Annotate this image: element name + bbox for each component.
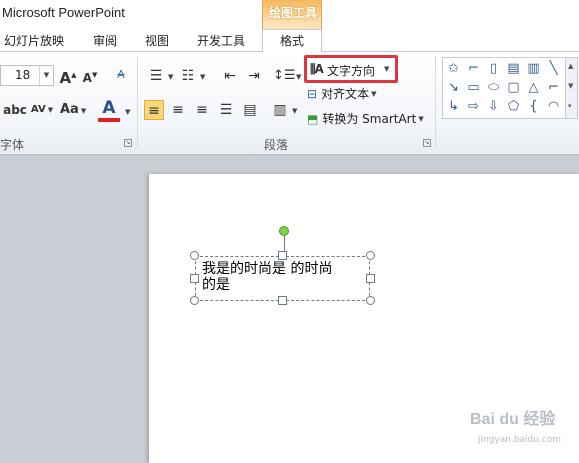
align-text-icon: ⊟ bbox=[307, 86, 318, 101]
drawing-tools-label: 绘图工具 bbox=[268, 6, 317, 20]
justify-icon[interactable]: ☰ bbox=[216, 100, 236, 120]
character-spacing-button[interactable]: AV ▼ bbox=[30, 100, 54, 120]
chevron-down-icon[interactable]: ▼ bbox=[168, 73, 173, 81]
line-shape-icon[interactable]: ╲ bbox=[545, 60, 562, 77]
chevron-down-icon[interactable]: ▼ bbox=[200, 73, 205, 81]
resize-handle-top-left[interactable] bbox=[190, 251, 199, 260]
chevron-down-icon[interactable]: ▼ bbox=[296, 73, 301, 81]
align-text-button[interactable]: ⊟ 对齐文本 ▼ bbox=[307, 85, 376, 102]
strikethrough-abc-button[interactable]: abc bbox=[2, 100, 28, 120]
triangle-shape-icon[interactable]: △ bbox=[525, 79, 542, 96]
gallery-more-icon[interactable]: ▾ bbox=[568, 102, 572, 110]
convert-smartart-button[interactable]: ⬒ 转换为 SmartArt ▼ bbox=[307, 110, 424, 127]
shapes-gallery[interactable]: ✩ ⌐ ▯ ▤ ▥ ╲ ↘ ▭ ⬭ ▢ △ ⌐ ↳ ⇨ ⇩ ⬠ { ◠ bbox=[442, 57, 566, 119]
resize-handle-right[interactable] bbox=[366, 274, 375, 283]
paragraph-group-label: 段落 bbox=[264, 138, 289, 152]
chevron-down-icon[interactable]: ▼ bbox=[292, 107, 297, 115]
arrow-shape-icon[interactable]: ↘ bbox=[445, 79, 462, 96]
line-spacing-icon[interactable]: ↕☰ bbox=[273, 66, 296, 86]
smartart-icon: ⬒ bbox=[307, 111, 319, 126]
textbox-line: 的是 bbox=[202, 277, 230, 293]
distributed-icon[interactable]: ▤ bbox=[240, 100, 260, 120]
change-case-button[interactable]: Aa ▼ bbox=[60, 100, 86, 120]
brace-shape-icon[interactable]: { bbox=[525, 98, 542, 115]
tab-developer[interactable]: 开发工具 bbox=[197, 32, 245, 49]
pentagon-shape-icon[interactable]: ⬠ bbox=[505, 98, 522, 115]
resize-handle-top-right[interactable] bbox=[366, 251, 375, 260]
resize-handle-bottom[interactable] bbox=[278, 296, 287, 305]
tab-view[interactable]: 视图 bbox=[145, 32, 169, 49]
chevron-down-icon[interactable]: ▼ bbox=[39, 66, 53, 85]
vertical-textbox-shape-icon[interactable]: ▥ bbox=[525, 60, 542, 77]
text-direction-button[interactable]: ⫼A 文字方向 ▼ bbox=[304, 55, 398, 83]
resize-handle-top[interactable] bbox=[278, 251, 287, 260]
resize-handle-bottom-right[interactable] bbox=[366, 296, 375, 305]
align-center-icon[interactable]: ≡ bbox=[168, 100, 188, 120]
textbox-line: 我是的时尚是 的时尚 bbox=[202, 261, 333, 277]
align-right-icon[interactable]: ≡ bbox=[192, 100, 212, 120]
tab-format[interactable]: 格式 bbox=[262, 29, 322, 52]
paragraph-dialog-launcher-icon[interactable]: ↘ bbox=[423, 139, 431, 147]
rectangle-shape-icon[interactable]: ▭ bbox=[465, 79, 482, 96]
watermark-sub: jingyan.baidu.com bbox=[478, 435, 562, 445]
shrink-font-button[interactable]: A▼ bbox=[80, 65, 100, 85]
columns-icon[interactable]: ▥ bbox=[270, 100, 290, 120]
convert-smartart-label: 转换为 SmartArt bbox=[322, 112, 417, 126]
font-size-value: 18 bbox=[15, 68, 31, 82]
align-text-label: 对齐文本 bbox=[321, 87, 370, 101]
textbox-content[interactable]: 我是的时尚是 的时尚 的是 bbox=[202, 261, 362, 293]
rounded-rectangle-shape-icon[interactable]: ▢ bbox=[505, 79, 522, 96]
font-color-button[interactable]: A bbox=[98, 98, 120, 122]
gallery-scrollbar[interactable]: ▲ ▼ ▾ bbox=[566, 57, 578, 119]
grow-font-button[interactable]: A▲ bbox=[58, 65, 78, 87]
tab-review[interactable]: 审阅 bbox=[93, 32, 117, 49]
group-divider bbox=[435, 56, 436, 148]
scroll-down-icon[interactable]: ▼ bbox=[568, 82, 573, 90]
down-arrow-shape-icon[interactable]: ⇩ bbox=[485, 98, 502, 115]
group-divider bbox=[137, 56, 138, 148]
scroll-shape-icon[interactable]: ⌐ bbox=[465, 60, 482, 77]
tab-slideshow[interactable]: 幻灯片放映 bbox=[4, 32, 64, 49]
rotation-handle[interactable] bbox=[279, 226, 289, 236]
increase-indent-icon[interactable]: ⇥ bbox=[244, 66, 264, 86]
align-left-icon[interactable]: ≡ bbox=[144, 100, 164, 120]
app-title: Microsoft PowerPoint bbox=[2, 5, 125, 20]
right-arrow-shape-icon[interactable]: ⇨ bbox=[465, 98, 482, 115]
decrease-indent-icon[interactable]: ⇤ bbox=[220, 66, 240, 86]
chevron-down-icon: ▼ bbox=[371, 89, 377, 98]
resize-handle-bottom-left[interactable] bbox=[190, 296, 199, 305]
elbow-connector-shape-icon[interactable]: ⌐ bbox=[545, 79, 562, 96]
scroll-up-icon[interactable]: ▲ bbox=[568, 62, 573, 70]
star-shape-icon[interactable]: ✩ bbox=[445, 60, 462, 77]
chevron-down-icon[interactable]: ▼ bbox=[125, 108, 130, 116]
watermark-logo: Bai du 经验 jingyan.baidu.com bbox=[470, 405, 570, 455]
bullets-icon[interactable]: ☰ bbox=[146, 66, 166, 86]
chevron-down-icon: ▼ bbox=[384, 65, 390, 73]
numbering-icon[interactable]: ☷ bbox=[178, 66, 198, 86]
textbox-shape-icon[interactable]: ▤ bbox=[505, 60, 522, 77]
oval-shape-icon[interactable]: ⬭ bbox=[485, 79, 502, 96]
elbow-arrow-shape-icon[interactable]: ↳ bbox=[445, 98, 462, 115]
clear-format-button[interactable]: A bbox=[111, 65, 131, 85]
font-group-label: 字体 bbox=[0, 138, 25, 152]
arc-shape-icon[interactable]: ◠ bbox=[545, 98, 562, 115]
resize-handle-left[interactable] bbox=[190, 274, 199, 283]
font-dialog-launcher-icon[interactable]: ↘ bbox=[124, 139, 132, 147]
font-size-combo[interactable]: 18 ▼ bbox=[0, 65, 54, 86]
watermark-main: Bai du 经验 bbox=[470, 411, 556, 428]
text-direction-icon: ⫼A bbox=[310, 62, 324, 76]
scroll-shape-icon[interactable]: ▯ bbox=[485, 60, 502, 77]
chevron-down-icon: ▼ bbox=[418, 114, 424, 123]
text-direction-label: 文字方向 bbox=[327, 64, 376, 78]
